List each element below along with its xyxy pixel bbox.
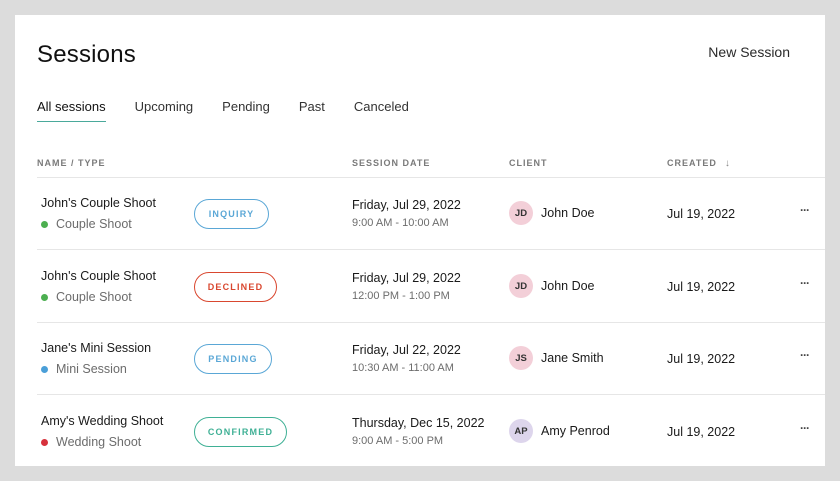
- column-header-session-date[interactable]: SESSION DATE: [352, 158, 430, 168]
- session-name[interactable]: Amy's Wedding Shoot: [41, 414, 163, 428]
- session-date: Friday, Jul 29, 2022: [352, 271, 461, 285]
- type-color-dot: [41, 220, 48, 228]
- table-row[interactable]: John's Couple Shoot Couple Shoot INQUIRY…: [37, 177, 825, 249]
- table-row[interactable]: John's Couple Shoot Couple Shoot DECLINE…: [37, 250, 825, 322]
- session-time: 9:00 AM - 10:00 AM: [352, 217, 449, 229]
- session-date: Friday, Jul 29, 2022: [352, 198, 461, 212]
- session-type: Wedding Shoot: [41, 435, 141, 449]
- sort-arrow-down-icon[interactable]: ↓: [725, 158, 731, 169]
- table-header: NAME / TYPE SESSION DATE CLIENT CREATED ↓: [37, 158, 825, 178]
- table-row[interactable]: Jane's Mini Session Mini Session PENDING…: [37, 322, 825, 394]
- column-header-created-label: CREATED: [667, 158, 717, 168]
- more-options-icon[interactable]: ···: [800, 276, 810, 290]
- session-type: Couple Shoot: [41, 217, 132, 231]
- avatar: JD: [509, 201, 533, 225]
- created-date: Jul 19, 2022: [667, 425, 736, 439]
- column-header-created[interactable]: CREATED ↓: [667, 158, 731, 169]
- created-date: Jul 19, 2022: [667, 280, 736, 294]
- session-type-label: Mini Session: [56, 362, 127, 376]
- session-name[interactable]: John's Couple Shoot: [41, 269, 156, 283]
- session-type-label: Wedding Shoot: [56, 435, 142, 449]
- session-time: 12:00 PM - 1:00 PM: [352, 290, 450, 302]
- avatar: AP: [509, 419, 533, 443]
- more-options-icon[interactable]: ···: [800, 203, 810, 217]
- session-name[interactable]: John's Couple Shoot: [41, 196, 156, 210]
- session-name[interactable]: Jane's Mini Session: [41, 341, 151, 355]
- tab-upcoming[interactable]: Upcoming: [135, 99, 194, 122]
- status-badge: CONFIRMED: [194, 417, 287, 447]
- status-badge: PENDING: [194, 344, 272, 374]
- column-header-name-type: NAME / TYPE: [37, 158, 106, 168]
- client-name[interactable]: Amy Penrod: [541, 424, 610, 438]
- type-color-dot: [41, 293, 48, 301]
- status-badge: INQUIRY: [194, 199, 269, 229]
- tab-pending[interactable]: Pending: [222, 99, 270, 122]
- column-header-client[interactable]: CLIENT: [509, 158, 548, 168]
- tab-canceled[interactable]: Canceled: [354, 99, 409, 122]
- avatar: JS: [509, 346, 533, 370]
- session-time: 9:00 AM - 5:00 PM: [352, 435, 444, 447]
- client-name[interactable]: John Doe: [541, 206, 595, 220]
- session-type: Mini Session: [41, 362, 127, 376]
- type-color-dot: [41, 365, 48, 373]
- created-date: Jul 19, 2022: [667, 207, 736, 221]
- session-type: Couple Shoot: [41, 290, 132, 304]
- table-row[interactable]: Amy's Wedding Shoot Wedding Shoot CONFIR…: [37, 395, 825, 466]
- type-color-dot: [41, 438, 48, 446]
- page-title: Sessions: [37, 41, 136, 68]
- status-badge: DECLINED: [194, 272, 277, 302]
- tab-all-sessions[interactable]: All sessions: [37, 99, 106, 122]
- session-date: Thursday, Dec 15, 2022: [352, 416, 485, 430]
- created-date: Jul 19, 2022: [667, 352, 736, 366]
- new-session-button[interactable]: New Session: [708, 44, 790, 60]
- session-date: Friday, Jul 22, 2022: [352, 343, 461, 357]
- avatar: JD: [509, 274, 533, 298]
- session-type-label: Couple Shoot: [56, 290, 132, 304]
- sessions-card: Sessions New Session All sessions Upcomi…: [15, 15, 825, 466]
- client-name[interactable]: Jane Smith: [541, 351, 604, 365]
- client-name[interactable]: John Doe: [541, 279, 595, 293]
- more-options-icon[interactable]: ···: [800, 421, 810, 435]
- session-tabs: All sessions Upcoming Pending Past Cance…: [37, 99, 438, 122]
- session-type-label: Couple Shoot: [56, 217, 132, 231]
- session-time: 10:30 AM - 11:00 AM: [352, 362, 454, 374]
- more-options-icon[interactable]: ···: [800, 348, 810, 362]
- tab-past[interactable]: Past: [299, 99, 325, 122]
